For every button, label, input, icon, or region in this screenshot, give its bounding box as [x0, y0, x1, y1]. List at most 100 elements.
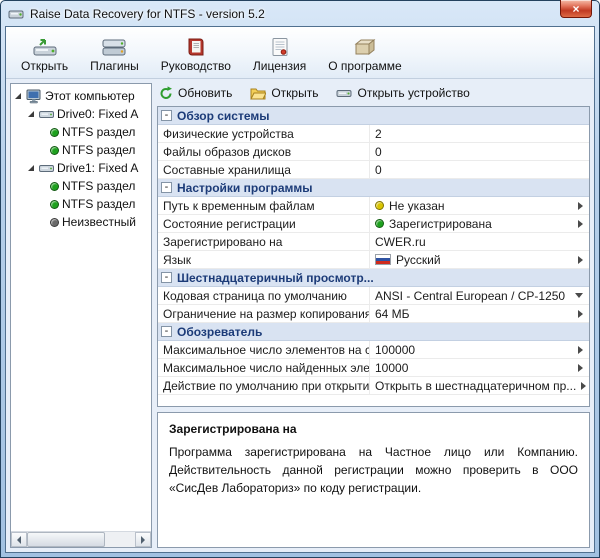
window-content: Открыть ПлагиныРуководство Лицензия О прогр… — [5, 26, 595, 553]
open-button[interactable]: Открыть — [14, 31, 75, 77]
dropdown-arrow-icon[interactable] — [575, 293, 583, 298]
close-icon: × — [572, 2, 579, 16]
close-button[interactable]: × — [560, 0, 592, 18]
submenu-arrow-icon[interactable] — [578, 202, 583, 210]
property-row[interactable]: Физические устройства2 — [158, 125, 589, 143]
property-group-header: -Настройки программы — [158, 179, 589, 197]
property-name: Ограничение на размер копирования — [158, 305, 370, 322]
expand-toggle-icon[interactable] — [28, 165, 34, 171]
property-name: Кодовая страница по умолчанию — [158, 287, 370, 304]
action-button-label: Открыть устройство — [357, 86, 469, 100]
toolbar-button-label: О программе — [328, 59, 401, 73]
tree-item-drive0[interactable]: Drive0: Fixed A — [11, 105, 151, 123]
property-value[interactable]: 2 — [370, 125, 589, 142]
property-row[interactable]: Зарегистрировано наCWER.ru — [158, 233, 589, 251]
device-tree: Этот компьютер Drive0: Fixed A NTFS раздел… — [11, 84, 151, 531]
expand-toggle-icon[interactable] — [28, 111, 34, 117]
open-device-button[interactable]: Открыть устройство — [336, 86, 469, 100]
property-row[interactable]: Максимальное число элементов на стр...10… — [158, 341, 589, 359]
property-value-text: Русский — [396, 253, 441, 267]
tree-item-label: Drive1: Fixed A — [57, 161, 138, 175]
collapse-toggle-icon[interactable]: - — [161, 272, 172, 283]
property-name: Максимальное число элементов на стр... — [158, 341, 370, 358]
submenu-arrow-icon[interactable] — [578, 220, 583, 228]
property-row[interactable]: ЯзыкРусский — [158, 251, 589, 269]
property-value[interactable]: Русский — [370, 251, 589, 268]
collapse-toggle-icon[interactable]: - — [161, 182, 172, 193]
collapse-toggle-icon[interactable]: - — [161, 110, 172, 121]
property-value[interactable]: Не указан — [370, 197, 589, 214]
scroll-left-button[interactable] — [11, 532, 27, 547]
property-group-title: Обзор системы — [177, 109, 270, 123]
about-button[interactable]: О программе — [321, 31, 408, 77]
left-arrow-icon — [17, 536, 21, 544]
toolbar-button-label: Открыть — [21, 59, 68, 73]
about-icon — [352, 35, 378, 58]
property-row[interactable]: Путь к временным файламНе указан — [158, 197, 589, 215]
right-arrow-icon — [141, 536, 145, 544]
manual-book-icon — [183, 35, 209, 58]
plugins-icon — [101, 35, 127, 58]
property-row[interactable]: Действие по умолчанию при открытии... Отк… — [158, 377, 589, 395]
window-title: Raise Data Recovery for NTFS - version 5… — [30, 7, 265, 21]
property-value[interactable]: Открыть в шестнадцатеричном пр... — [370, 377, 589, 394]
property-value-text: 10000 — [375, 361, 408, 375]
property-value[interactable]: 10000 — [370, 359, 589, 376]
tree-item-ntfs-partition[interactable]: NTFS раздел — [11, 195, 151, 213]
action-button-label: Открыть — [271, 86, 318, 100]
property-row[interactable]: Файлы образов дисков0 — [158, 143, 589, 161]
property-value[interactable]: 0 — [370, 161, 589, 178]
plugins-button[interactable]: Плагины — [83, 31, 146, 77]
submenu-arrow-icon[interactable] — [578, 346, 583, 354]
property-value[interactable]: 0 — [370, 143, 589, 160]
scrollbar-track[interactable] — [27, 532, 135, 547]
tree-item-ntfs-partition[interactable]: NTFS раздел — [11, 177, 151, 195]
property-row[interactable]: Состояние регистрацииЗарегистрирована — [158, 215, 589, 233]
submenu-arrow-icon[interactable] — [578, 310, 583, 318]
refresh-button[interactable]: Обновить — [159, 86, 232, 100]
submenu-arrow-icon[interactable] — [578, 256, 583, 264]
toolbar-button-label: Лицензия — [253, 59, 306, 73]
open-action-button[interactable]: Открыть — [250, 86, 318, 100]
property-row[interactable]: Ограничение на размер копирования64 МБ — [158, 305, 589, 323]
property-value[interactable]: Зарегистрирована — [370, 215, 589, 232]
computer-icon — [26, 89, 42, 104]
property-name: Файлы образов дисков — [158, 143, 370, 160]
property-row[interactable]: Составные хранилища0 — [158, 161, 589, 179]
green-dot-icon — [50, 146, 59, 155]
property-group-header: -Шестнадцатеричный просмотр... — [158, 269, 589, 287]
expand-toggle-icon[interactable] — [15, 93, 21, 99]
property-name: Действие по умолчанию при открытии... — [158, 377, 370, 394]
submenu-arrow-icon[interactable] — [581, 382, 586, 390]
property-name: Физические устройства — [158, 125, 370, 142]
tree-item-computer[interactable]: Этот компьютер — [11, 87, 151, 105]
app-icon — [8, 5, 25, 22]
submenu-arrow-icon[interactable] — [578, 364, 583, 372]
tree-item-ntfs-partition[interactable]: NTFS раздел — [11, 141, 151, 159]
property-value[interactable]: 64 МБ — [370, 305, 589, 322]
tree-item-label: NTFS раздел — [62, 143, 135, 157]
tree-item-ntfs-partition[interactable]: NTFS раздел — [11, 123, 151, 141]
property-value[interactable]: CWER.ru — [370, 233, 589, 250]
property-value[interactable]: 100000 — [370, 341, 589, 358]
property-value[interactable]: ANSI - Central European / CP-1250 — [370, 287, 589, 304]
property-grid: -Обзор системыФизические устройства2Файл… — [157, 106, 590, 407]
property-row[interactable]: Кодовая страница по умолчанию ANSI - Cent… — [158, 287, 589, 305]
property-group-title: Шестнадцатеричный просмотр... — [177, 271, 374, 285]
description-text: Программа зарегистрирована на Частное ли… — [169, 443, 578, 497]
tree-item-drive1[interactable]: Drive1: Fixed A — [11, 159, 151, 177]
collapse-toggle-icon[interactable]: - — [161, 326, 172, 337]
property-row[interactable]: Максимальное число найденных элем...1000… — [158, 359, 589, 377]
tree-item-unknown[interactable]: Неизвестный — [11, 213, 151, 231]
manual-button[interactable]: Руководство — [154, 31, 238, 77]
property-value-text: Открыть в шестнадцатеричном пр... — [375, 379, 576, 393]
open-folder-icon — [250, 87, 266, 100]
property-value-text: 0 — [375, 163, 382, 177]
tree-item-label: Drive0: Fixed A — [57, 107, 138, 121]
scrollbar-thumb[interactable] — [27, 532, 105, 547]
status-dot-icon — [375, 219, 384, 228]
open-device-icon — [336, 87, 352, 100]
license-button[interactable]: Лицензия — [246, 31, 313, 77]
property-value-text: ANSI - Central European / CP-1250 — [375, 289, 565, 303]
scroll-right-button[interactable] — [135, 532, 151, 547]
